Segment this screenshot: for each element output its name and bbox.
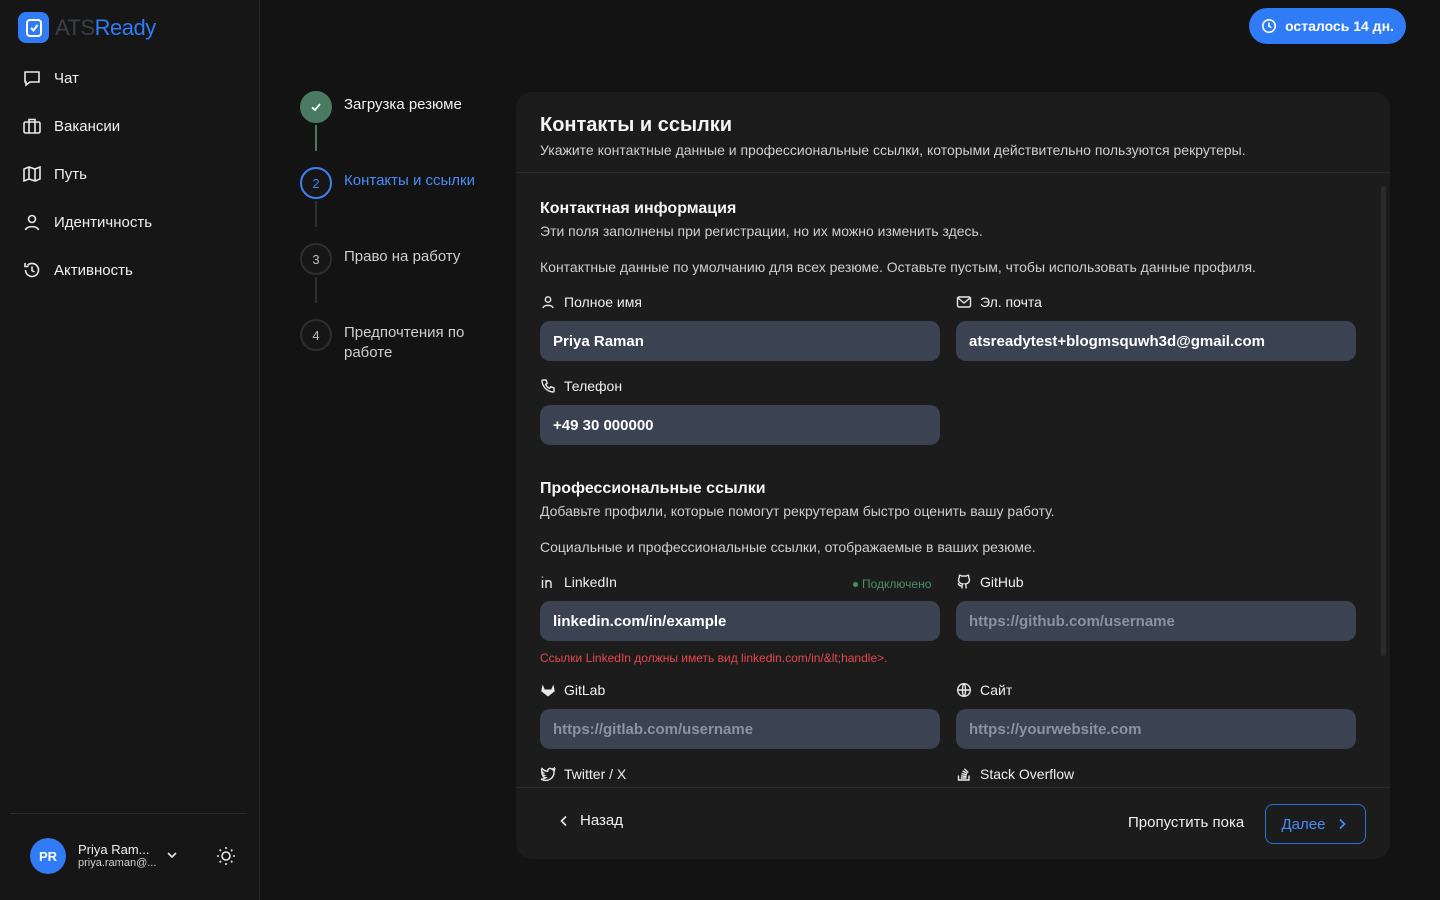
contact-section-subtitle: Эти поля заполнены при регистрации, но и… [540, 223, 983, 239]
chevron-left-icon [560, 815, 567, 826]
links-section-subtitle: Добавьте профили, которые помогут рекрут… [540, 503, 1055, 519]
sidebar: ATSReady Чат Вакансии Путь Идентичность … [0, 0, 260, 900]
step-number: 4 [300, 319, 332, 351]
contact-section-note: Контактные данные по умолчанию для всех … [540, 259, 1256, 275]
gitlab-label: GitLab [540, 682, 605, 698]
briefcase-icon [23, 118, 41, 134]
full-name-label: Полное имя [540, 294, 642, 310]
step-connector [315, 277, 317, 303]
page-title: Контакты и ссылки [540, 114, 733, 136]
user-email: priya.raman@... [78, 857, 157, 870]
sidebar-item-label: Путь [54, 165, 87, 183]
scrollbar[interactable] [1381, 186, 1386, 656]
sidebar-item-vacancies[interactable]: Вакансии [10, 102, 250, 150]
trial-label: осталось 14 дн. [1285, 18, 1394, 34]
links-section-note: Социальные и профессиональные ссылки, от… [540, 539, 1036, 555]
user-info: Priya Ram... priya.raman@... [78, 842, 158, 871]
sidebar-item-chat[interactable]: Чат [10, 54, 250, 102]
email-field[interactable] [956, 321, 1356, 361]
stackoverflow-label: Stack Overflow [956, 766, 1074, 782]
back-button[interactable]: Назад [556, 812, 623, 829]
step-number: 2 [300, 167, 332, 199]
step-label: Контакты и ссылки [344, 172, 475, 189]
phone-icon [541, 379, 555, 393]
stack-overflow-icon [957, 768, 970, 781]
mail-icon [956, 296, 972, 308]
github-label: GitHub [956, 574, 1024, 590]
sidebar-item-label: Идентичность [54, 213, 153, 231]
step-work-authorization[interactable]: 3 Право на работу [300, 243, 484, 275]
sidebar-item-identity[interactable]: Идентичность [10, 198, 250, 246]
linkedin-input[interactable] [540, 601, 940, 641]
sidebar-item-label: Вакансии [54, 117, 121, 135]
github-icon [957, 574, 971, 589]
avatar: PR [30, 838, 66, 874]
website-input[interactable] [956, 709, 1356, 749]
logo-icon [18, 12, 49, 43]
gitlab-icon [541, 684, 555, 697]
divider [516, 172, 1390, 173]
skip-button[interactable]: Пропустить пока [1128, 814, 1244, 831]
linkedin-icon [541, 576, 552, 588]
step-work-preferences[interactable]: 4 Предпочтения по работе [300, 319, 484, 363]
status-dot [853, 581, 858, 587]
contacts-card: Контакты и ссылки Укажите контактные дан… [516, 92, 1390, 859]
history-icon [24, 262, 40, 278]
twitter-icon [540, 766, 556, 782]
trial-days-badge[interactable]: осталось 14 дн. [1249, 8, 1406, 44]
twitter-label: Twitter / X [540, 766, 626, 782]
chevron-right-icon [1339, 818, 1347, 830]
step-connector [315, 201, 317, 227]
email-label: Эл. почта [956, 294, 1042, 310]
user-icon [24, 214, 40, 231]
linkedin-connected-status: Подключено [853, 577, 931, 591]
sidebar-item-label: Активность [54, 261, 133, 279]
linkedin-error-message: Ссылки LinkedIn должны иметь вид linkedi… [540, 651, 888, 665]
clock-icon [1262, 19, 1277, 33]
logo[interactable]: ATSReady [18, 12, 156, 43]
user-name: Priya Ram... [78, 841, 150, 857]
chevron-down-icon[interactable] [164, 847, 180, 863]
step-label: Предпочтения по работе [344, 324, 465, 361]
next-button[interactable]: Далее [1265, 804, 1366, 844]
github-input[interactable] [956, 601, 1356, 641]
logo-text: ATSReady [55, 14, 156, 40]
sidebar-item-label: Чат [54, 69, 79, 87]
phone-input[interactable] [540, 405, 940, 445]
step-contacts-links[interactable]: 2 Контакты и ссылки [300, 167, 484, 199]
chat-icon [24, 71, 40, 87]
step-connector [315, 125, 317, 151]
sidebar-item-activity[interactable]: Активность [10, 246, 250, 294]
linkedin-label: LinkedIn [540, 574, 617, 590]
sidebar-item-path[interactable]: Путь [10, 150, 250, 198]
user-icon [542, 296, 554, 309]
map-icon [23, 165, 41, 183]
divider [516, 787, 1390, 788]
page-subtitle: Укажите контактные данные и профессионал… [540, 142, 1246, 158]
links-section-title: Профессиональные ссылки [540, 480, 766, 497]
phone-label: Телефон [540, 378, 622, 394]
contact-section-title: Контактная информация [540, 200, 737, 217]
globe-icon [956, 682, 972, 698]
step-label: Загрузка резюме [344, 96, 462, 113]
step-resume-upload[interactable]: Загрузка резюме [300, 91, 484, 123]
step-done-circle [300, 91, 332, 123]
card-header: Контакты и ссылки Укажите контактные дан… [540, 114, 1246, 158]
step-number: 3 [300, 243, 332, 275]
sun-icon[interactable] [215, 845, 237, 867]
user-menu[interactable]: PR Priya Ram... priya.raman@... [30, 838, 177, 874]
sidebar-nav: Чат Вакансии Путь Идентичность Активност… [10, 54, 250, 294]
check-icon [311, 103, 321, 112]
full-name-input[interactable] [540, 321, 940, 361]
website-label: Сайт [956, 682, 1012, 698]
gitlab-input[interactable] [540, 709, 940, 749]
step-label: Право на работу [344, 248, 461, 265]
sidebar-divider [10, 813, 247, 814]
